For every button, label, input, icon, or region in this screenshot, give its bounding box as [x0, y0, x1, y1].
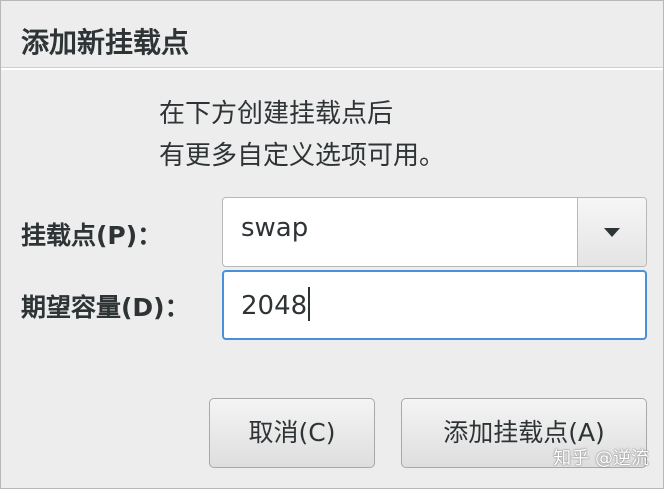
- dialog-description: 在下方创建挂载点后 有更多自定义选项可用。: [159, 93, 445, 177]
- mount-point-label: 挂载点(P)：: [21, 221, 163, 250]
- description-line-2: 有更多自定义选项可用。: [159, 141, 446, 171]
- text-caret: [308, 287, 311, 321]
- mount-point-combo[interactable]: swap: [222, 197, 647, 267]
- mount-point-dropdown-button[interactable]: [577, 198, 646, 266]
- description-line-1: 在下方创建挂载点后: [159, 99, 394, 129]
- capacity-input[interactable]: 2048: [222, 270, 647, 340]
- mount-point-value[interactable]: swap: [241, 213, 308, 243]
- cancel-button[interactable]: 取消(C): [209, 398, 375, 468]
- capacity-value[interactable]: 2048: [241, 287, 311, 321]
- capacity-label: 期望容量(D)：: [21, 293, 190, 322]
- chevron-down-icon: [604, 228, 620, 237]
- add-mount-point-dialog: 添加新挂载点 在下方创建挂载点后 有更多自定义选项可用。 挂载点(P)： swa…: [0, 0, 664, 489]
- dialog-title: 添加新挂载点: [21, 26, 190, 59]
- watermark: 知乎 @逆流: [553, 448, 649, 469]
- capacity-value-text: 2048: [241, 291, 308, 321]
- title-divider: [1, 67, 663, 70]
